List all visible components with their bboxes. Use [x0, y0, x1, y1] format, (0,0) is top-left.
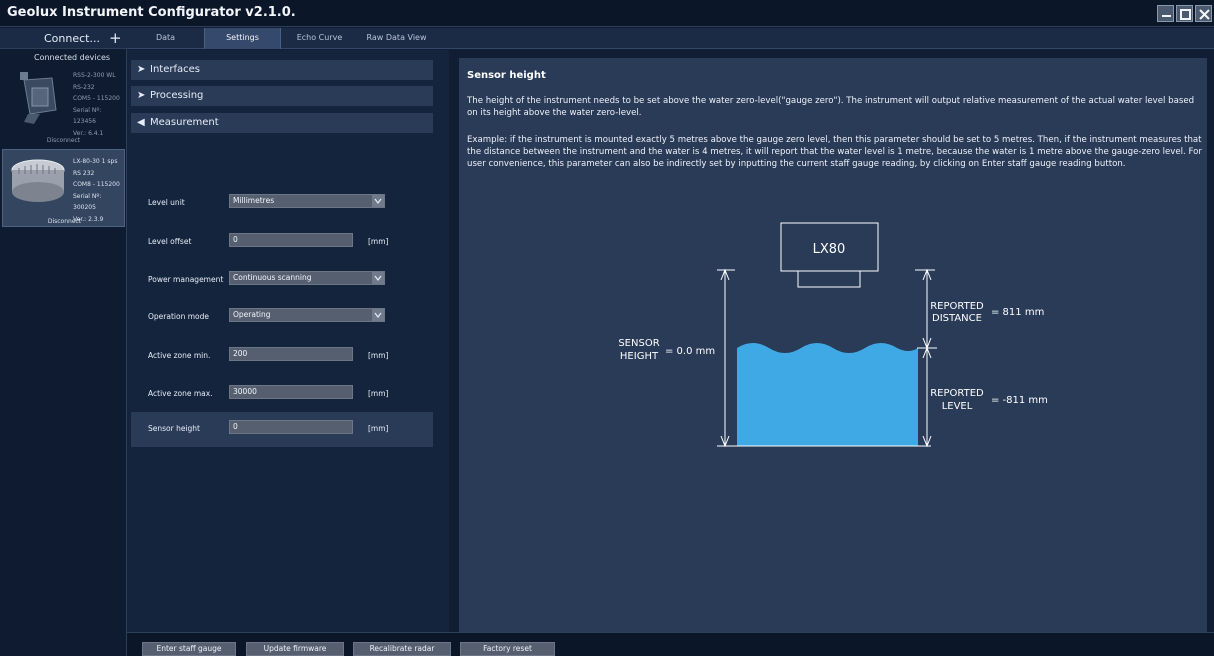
- field-row-power-management: Power management Continuous scanning: [131, 263, 433, 298]
- minimize-button[interactable]: [1157, 5, 1174, 22]
- field-value: Continuous scanning: [233, 273, 312, 282]
- active-zone-max-input[interactable]: 30000: [229, 385, 353, 399]
- chevron-right-icon: ➤: [137, 64, 146, 75]
- field-label: Sensor height: [148, 424, 200, 433]
- tab-bar: Data Settings Echo Curve Raw Data View: [127, 28, 1214, 49]
- connect-label: Connect...: [44, 32, 100, 45]
- connected-devices-heading: Connected devices: [34, 53, 111, 62]
- section-processing[interactable]: ➤ Processing: [131, 86, 433, 106]
- recalibrate-radar-button[interactable]: Recalibrate radar: [353, 642, 451, 656]
- field-value: Operating: [233, 310, 271, 319]
- field-row-sensor-height: Sensor height 0 [mm]: [131, 412, 433, 447]
- disconnect-button[interactable]: Disconnect: [2, 137, 125, 144]
- chevron-down-icon[interactable]: [372, 272, 384, 284]
- plus-icon[interactable]: +: [109, 29, 122, 47]
- field-label: Operation mode: [148, 312, 209, 321]
- sensor-height-diagram: LX80 SENSOR HEIGHT = 0.0 mm REPORTED DIS…: [618, 222, 1048, 448]
- device-model: RSS-2-300 WL: [73, 72, 116, 79]
- field-row-active-zone-max: Active zone max. 30000 [mm]: [131, 377, 433, 412]
- device-card-lx80[interactable]: LX-80-30 1 sps RS 232 COM8 - 115200 Seri…: [2, 149, 125, 227]
- title-bar: Geolux Instrument Configurator v2.1.0.: [0, 0, 1214, 27]
- level-unit-select[interactable]: Millimetres: [229, 194, 385, 208]
- section-title: Processing: [150, 90, 204, 101]
- device-interface: RS 232: [73, 169, 95, 177]
- device-serial: Serial Nº: 300205: [73, 192, 102, 212]
- sensor-height-label: SENSOR: [618, 338, 659, 349]
- sensor-height-value: = 0.0 mm: [665, 346, 715, 357]
- operation-mode-select[interactable]: Operating: [229, 308, 385, 322]
- field-label: Active zone max.: [148, 389, 213, 398]
- device-info: RSS-2-300 WL RS-232 COM5 - 115200 Serial…: [73, 70, 125, 139]
- field-label: Power management: [148, 275, 224, 284]
- sensor-height-input[interactable]: 0: [229, 420, 353, 434]
- close-icon: [1199, 9, 1210, 20]
- field-label: Active zone min.: [148, 351, 211, 360]
- water-body: [737, 343, 918, 446]
- reported-distance-value: = 811 mm: [991, 307, 1044, 318]
- field-value: Millimetres: [233, 196, 275, 205]
- device-serial: Serial Nº: 123456: [73, 106, 102, 126]
- device-port: COM5 - 115200: [73, 95, 120, 102]
- connect-button[interactable]: Connect... +: [0, 28, 127, 49]
- level-offset-input[interactable]: 0: [229, 233, 353, 247]
- bottom-action-bar: Enter staff gauge reading Update firmwar…: [127, 632, 1214, 656]
- enter-staff-gauge-reading-button[interactable]: Enter staff gauge reading: [142, 642, 236, 656]
- factory-reset-button[interactable]: Factory reset: [460, 642, 555, 656]
- field-row-level-offset: Level offset 0 [mm]: [131, 225, 433, 260]
- section-interfaces[interactable]: ➤ Interfaces: [131, 60, 433, 80]
- chevron-down-icon[interactable]: [372, 195, 384, 207]
- unit-label: [mm]: [368, 389, 389, 398]
- reported-level-label: LEVEL: [942, 401, 973, 412]
- unit-label: [mm]: [368, 237, 389, 246]
- active-zone-min-input[interactable]: 200: [229, 347, 353, 361]
- power-management-select[interactable]: Continuous scanning: [229, 271, 385, 285]
- maximize-icon: [1180, 9, 1191, 20]
- field-row-active-zone-min: Active zone min. 200 [mm]: [131, 339, 433, 374]
- disconnect-button[interactable]: Disconnect: [3, 218, 126, 225]
- device-model: LX-80-30 1 sps: [73, 158, 118, 165]
- sensor-height-label: HEIGHT: [620, 351, 659, 362]
- maximize-button[interactable]: [1176, 5, 1193, 22]
- chevron-left-icon: ◀: [137, 117, 145, 128]
- device-mount: [797, 270, 861, 288]
- device-label: LX80: [813, 242, 846, 257]
- field-label: Level unit: [148, 198, 185, 207]
- field-value: 200: [233, 349, 248, 358]
- devices-sidebar: Connect... + Connected devices RSS-2-300…: [0, 28, 127, 656]
- field-value: 0: [233, 235, 238, 244]
- update-firmware-button[interactable]: Update firmware: [246, 642, 344, 656]
- field-row-operation-mode: Operation mode Operating: [131, 300, 433, 335]
- reported-level-value: = -811 mm: [991, 395, 1048, 406]
- tab-settings[interactable]: Settings: [204, 28, 281, 49]
- tab-echo-curve[interactable]: Echo Curve: [281, 28, 358, 49]
- reported-distance-label: REPORTED: [930, 301, 984, 312]
- level-sensor-icon: [11, 159, 65, 202]
- app-title: Geolux Instrument Configurator v2.1.0.: [7, 5, 296, 20]
- tab-data[interactable]: Data: [127, 28, 204, 49]
- chevron-right-icon: ➤: [137, 90, 146, 101]
- reported-level-label: REPORTED: [930, 388, 984, 399]
- radar-device-icon: [20, 72, 57, 124]
- section-title: Measurement: [150, 117, 219, 128]
- field-value: 30000: [233, 387, 257, 396]
- field-label: Level offset: [148, 237, 192, 246]
- unit-label: [mm]: [368, 424, 389, 433]
- reported-distance-label: DISTANCE: [932, 313, 982, 324]
- device-interface: RS-232: [73, 83, 95, 91]
- device-card-rss[interactable]: RSS-2-300 WL RS-232 COM5 - 115200 Serial…: [2, 64, 125, 144]
- close-button[interactable]: [1195, 5, 1212, 22]
- chevron-down-icon[interactable]: [372, 309, 384, 321]
- section-title: Interfaces: [150, 64, 200, 75]
- device-port: COM8 - 115200: [73, 181, 120, 188]
- minimize-icon: [1162, 15, 1171, 17]
- settings-pane: ➤ Interfaces ➤ Processing ◀ Measurement …: [127, 50, 449, 632]
- field-value: 0: [233, 422, 238, 431]
- help-panel: Sensor height The height of the instrume…: [459, 58, 1207, 632]
- field-row-level-unit: Level unit Millimetres: [131, 186, 433, 221]
- device-info: LX-80-30 1 sps RS 232 COM8 - 115200 Seri…: [73, 156, 124, 225]
- section-measurement[interactable]: ◀ Measurement: [131, 113, 433, 133]
- unit-label: [mm]: [368, 351, 389, 360]
- tab-raw-data-view[interactable]: Raw Data View: [358, 28, 435, 49]
